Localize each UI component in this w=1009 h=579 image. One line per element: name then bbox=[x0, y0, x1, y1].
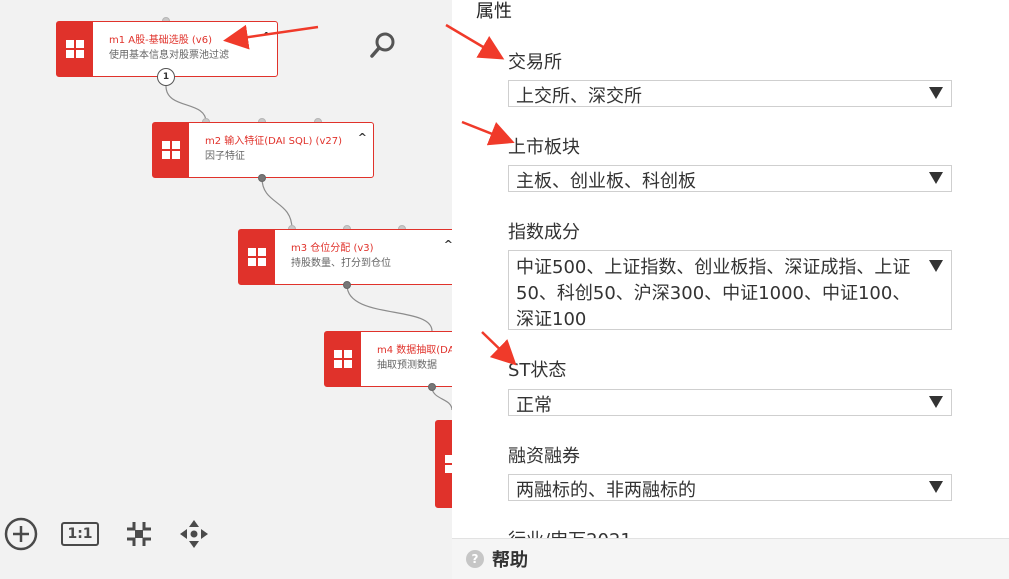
st-status-select[interactable]: 正常 bbox=[508, 389, 952, 416]
module-node-m4[interactable]: m4 数据抽取(DAI 抽取预测数据 bbox=[324, 331, 452, 387]
dropdown-arrow-icon bbox=[929, 481, 943, 493]
field-label-index: 指数成分 bbox=[508, 222, 580, 243]
board-select-value: 主板、创业板、科创板 bbox=[516, 171, 696, 192]
zoom-in-icon[interactable] bbox=[2, 516, 40, 552]
help-label: 帮助 bbox=[492, 550, 528, 571]
field-label-exchange: 交易所 bbox=[508, 52, 562, 73]
node-subtitle: 抽取预测数据 bbox=[377, 360, 437, 371]
help-bar[interactable]: ? 帮助 bbox=[452, 538, 1009, 579]
dropdown-arrow-icon bbox=[929, 87, 943, 99]
node-subtitle: 使用基本信息对股票池过滤 bbox=[109, 50, 229, 61]
board-select[interactable]: 主板、创业板、科创板 bbox=[508, 165, 952, 192]
module-node-m5[interactable] bbox=[435, 420, 452, 508]
module-node-m2[interactable]: m2 输入特征(DAI SQL) (v27) 因子特征 ^ bbox=[152, 122, 374, 178]
zoom-reset-button[interactable]: 1:1 bbox=[60, 516, 100, 552]
field-label-st-status: ST状态 bbox=[508, 360, 567, 381]
help-icon: ? bbox=[466, 550, 484, 568]
fit-view-icon[interactable] bbox=[120, 516, 158, 552]
module-icon bbox=[57, 22, 93, 76]
zoom-reset-label: 1:1 bbox=[61, 522, 99, 546]
output-port[interactable] bbox=[258, 174, 266, 182]
margin-select-value: 两融标的、非两融标的 bbox=[516, 480, 696, 501]
properties-panel: 属性 交易所 上交所、深交所 上市板块 主板、创业板、科创板 指数成分 中证50… bbox=[452, 0, 1009, 579]
search-icon[interactable] bbox=[368, 30, 398, 64]
exchange-select[interactable]: 上交所、深交所 bbox=[508, 80, 952, 107]
node-subtitle: 持股数量、打分到仓位 bbox=[291, 258, 391, 269]
collapse-caret-icon[interactable]: ^ bbox=[358, 131, 367, 144]
field-label-board: 上市板块 bbox=[508, 137, 580, 158]
pan-move-icon[interactable] bbox=[175, 516, 213, 552]
exchange-select-value: 上交所、深交所 bbox=[516, 86, 642, 107]
connection-lines bbox=[165, 85, 452, 411]
node-title: m2 输入特征(DAI SQL) (v27) bbox=[205, 136, 342, 147]
module-icon bbox=[325, 332, 361, 386]
collapse-caret-icon[interactable]: ^ bbox=[444, 238, 452, 251]
output-port[interactable] bbox=[343, 281, 351, 289]
dropdown-arrow-icon bbox=[929, 396, 943, 408]
st-status-select-value: 正常 bbox=[516, 395, 552, 416]
panel-title: 属性 bbox=[476, 1, 512, 22]
module-icon bbox=[436, 421, 452, 507]
module-icon bbox=[239, 230, 275, 284]
margin-select[interactable]: 两融标的、非两融标的 bbox=[508, 474, 952, 501]
node-title: m1 A股-基础选股 (v6) bbox=[109, 35, 212, 46]
module-icon bbox=[153, 123, 189, 177]
collapse-caret-icon[interactable]: ^ bbox=[262, 30, 271, 43]
field-label-margin: 融资融券 bbox=[508, 446, 580, 467]
output-port-badge[interactable]: 1 bbox=[157, 68, 175, 86]
node-subtitle: 因子特征 bbox=[205, 151, 245, 162]
node-title: m3 仓位分配 (v3) bbox=[291, 243, 374, 254]
workflow-canvas[interactable]: m1 A股-基础选股 (v6) 使用基本信息对股票池过滤 ^ 1 m2 输入特征… bbox=[0, 0, 452, 579]
dropdown-arrow-icon bbox=[929, 172, 943, 184]
index-select[interactable]: 中证500、上证指数、创业板指、深证成指、上证50、科创50、沪深300、中证1… bbox=[508, 250, 952, 330]
dropdown-arrow-icon bbox=[929, 260, 943, 272]
module-node-m3[interactable]: m3 仓位分配 (v3) 持股数量、打分到仓位 ^ bbox=[238, 229, 452, 285]
node-title: m4 数据抽取(DAI bbox=[377, 345, 452, 356]
index-select-value: 中证500、上证指数、创业板指、深证成指、上证50、科创50、沪深300、中证1… bbox=[516, 257, 911, 330]
output-port[interactable] bbox=[428, 383, 436, 391]
